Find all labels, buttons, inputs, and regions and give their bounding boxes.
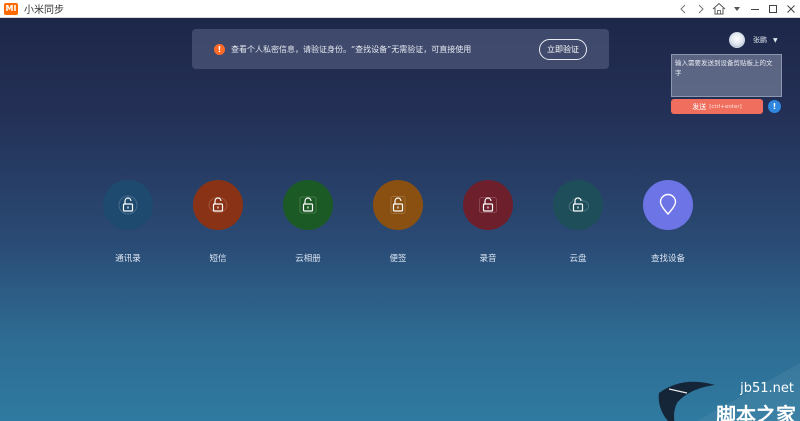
watermark-site: jb51.net xyxy=(740,381,794,396)
app-contacts[interactable]: 通讯录 xyxy=(83,180,173,264)
warning-icon: ! xyxy=(214,43,225,55)
menu-caret-icon[interactable] xyxy=(728,0,746,18)
app-recorder[interactable]: 录音 xyxy=(443,180,533,264)
app-cloud-drive[interactable]: 云盘 xyxy=(533,180,623,264)
chevron-down-icon[interactable]: ▼ xyxy=(773,37,778,44)
mi-logo: MI xyxy=(4,2,18,15)
app-recorder-circle[interactable] xyxy=(463,180,513,230)
app-messages[interactable]: 短信 xyxy=(173,180,263,264)
forward-icon[interactable] xyxy=(692,0,710,18)
avatar[interactable] xyxy=(729,32,745,48)
app-cloud-drive-circle[interactable] xyxy=(553,180,603,230)
app-contacts-label[interactable]: 通讯录 xyxy=(115,252,141,264)
app-notes-circle[interactable] xyxy=(373,180,423,230)
app-find-device-label[interactable]: 查找设备 xyxy=(651,252,685,264)
app-messages-label[interactable]: 短信 xyxy=(209,252,226,264)
app-cloud-drive-label[interactable]: 云盘 xyxy=(569,252,586,264)
info-icon[interactable]: ! xyxy=(768,100,781,113)
app-find-device-circle[interactable] xyxy=(643,180,693,230)
app-recorder-label[interactable]: 录音 xyxy=(479,252,496,264)
app-messages-circle[interactable] xyxy=(193,180,243,230)
app-contacts-circle[interactable] xyxy=(103,180,153,230)
verify-banner: ! 查看个人私密信息，请验证身份。“查找设备”无需验证，可直接使用 立即验证 xyxy=(192,29,609,69)
window-title: 小米同步 xyxy=(24,5,64,16)
window-controls xyxy=(674,0,800,18)
lock-icon xyxy=(208,197,228,213)
app-cloud-gallery-circle[interactable] xyxy=(283,180,333,230)
lock-icon xyxy=(479,197,497,213)
send-button-label: 发送 xyxy=(692,102,707,111)
user-name[interactable]: 张鹏 xyxy=(753,35,767,45)
home-icon[interactable] xyxy=(710,0,728,18)
watermark-name: 脚本之家 xyxy=(716,403,796,421)
lock-icon xyxy=(299,196,317,214)
back-icon[interactable] xyxy=(674,0,692,18)
user-menu[interactable]: 张鹏 ▼ xyxy=(729,32,778,48)
app-notes-label[interactable]: 便签 xyxy=(389,252,406,264)
lock-icon xyxy=(118,195,138,215)
watermark: jb51.net 脚本之家 xyxy=(655,363,800,421)
close-icon[interactable] xyxy=(782,0,800,18)
app-find-device[interactable]: 查找设备 xyxy=(623,180,713,264)
clipboard-text-input[interactable] xyxy=(671,54,782,97)
main-area: ! 查看个人私密信息，请验证身份。“查找设备”无需验证，可直接使用 立即验证 张… xyxy=(0,18,800,421)
verify-now-button[interactable]: 立即验证 xyxy=(539,38,587,60)
app-cloud-gallery-label[interactable]: 云相册 xyxy=(295,252,321,264)
title-bar: MI 小米同步 xyxy=(0,0,800,18)
minimize-icon[interactable] xyxy=(746,0,764,18)
lock-icon xyxy=(568,197,590,212)
send-shortcut-hint: [ctrl+enter] xyxy=(709,103,742,110)
maximize-icon[interactable] xyxy=(764,0,782,18)
verify-banner-text: 查看个人私密信息，请验证身份。“查找设备”无需验证，可直接使用 xyxy=(231,44,472,54)
app-cloud-gallery[interactable]: 云相册 xyxy=(263,180,353,264)
lock-icon xyxy=(390,196,406,214)
app-notes[interactable]: 便签 xyxy=(353,180,443,264)
send-button[interactable]: 发送 [ctrl+enter] xyxy=(671,99,763,114)
location-pin-icon xyxy=(659,193,677,216)
